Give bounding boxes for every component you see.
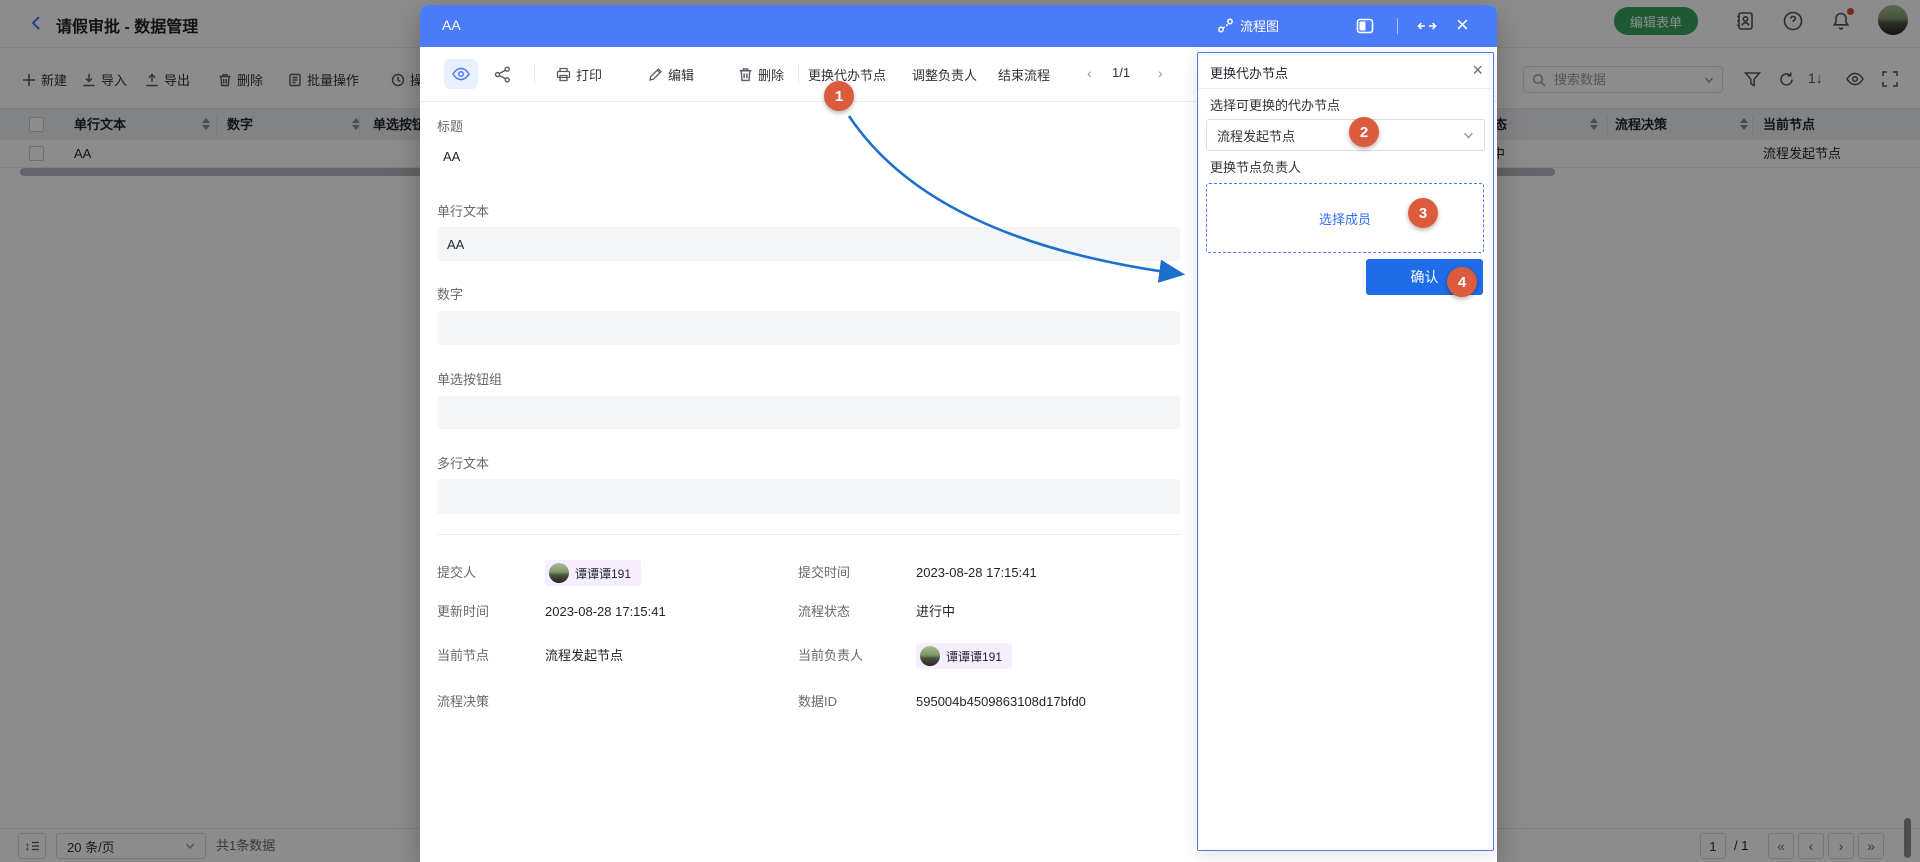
field-input <box>437 396 1180 429</box>
share-icon[interactable] <box>494 66 511 83</box>
end-flow-button[interactable]: 结束流程 <box>998 65 1050 84</box>
close-icon[interactable]: × <box>1456 11 1469 39</box>
avatar <box>549 563 569 583</box>
meta-value: 595004b4509863108d17bfd0 <box>916 693 1086 711</box>
edit-button[interactable]: 编辑 <box>648 65 694 84</box>
node-select[interactable]: 流程发起节点 <box>1206 119 1485 151</box>
panel-toggle-icon[interactable] <box>1356 17 1374 35</box>
close-icon[interactable]: × <box>1472 61 1483 79</box>
printer-icon <box>556 67 571 82</box>
panel-divider <box>1198 88 1493 89</box>
node-select-label: 选择可更换的代办节点 <box>1210 95 1340 114</box>
meta-label: 当前节点 <box>437 647 489 665</box>
field-input <box>437 479 1180 514</box>
preview-button[interactable] <box>444 59 478 89</box>
field-label: 标题 <box>437 118 463 136</box>
record-detail-modal: AA 流程图 × <box>420 5 1497 862</box>
section-divider <box>437 534 1180 535</box>
print-button[interactable]: 打印 <box>556 65 602 84</box>
delete-record-button[interactable]: 删除 <box>738 65 784 84</box>
select-member-link[interactable]: 选择成员 <box>1319 209 1371 228</box>
user-chip: 谭谭谭191 <box>545 560 641 586</box>
step-badge-1: 1 <box>824 81 854 111</box>
meta-label: 更新时间 <box>437 603 489 621</box>
step-badge-4: 4 <box>1447 267 1477 297</box>
modal-title: AA <box>442 17 461 33</box>
modal-titlebar: AA 流程图 × <box>420 5 1497 47</box>
meta-value: 2023-08-28 17:15:41 <box>916 564 1037 582</box>
toolbar-divider <box>798 65 799 83</box>
meta-label: 数据ID <box>798 693 837 711</box>
meta-label: 流程决策 <box>437 693 489 711</box>
owner-label: 更换节点负责人 <box>1210 157 1301 176</box>
meta-label: 流程状态 <box>798 603 850 621</box>
step-badge-3: 3 <box>1408 198 1438 228</box>
next-record-icon[interactable]: › <box>1158 65 1163 81</box>
meta-value: 进行中 <box>916 603 955 621</box>
screen: 请假审批 - 数据管理 编辑表单 新建 导入 导出 删除 批量操作 操作 <box>0 0 1920 862</box>
record-pager: 1/1 <box>1112 65 1130 80</box>
meta-label: 提交人 <box>437 564 476 582</box>
field-label: 数字 <box>437 286 463 304</box>
member-picker[interactable]: 选择成员 <box>1206 183 1484 253</box>
change-node-button[interactable]: 更换代办节点 <box>808 65 886 84</box>
meta-label: 当前负责人 <box>798 647 863 665</box>
titlebar-divider <box>1397 18 1398 34</box>
expand-width-icon[interactable] <box>1417 18 1437 34</box>
meta-value: 流程发起节点 <box>545 647 623 665</box>
adjust-owner-button[interactable]: 调整负责人 <box>912 65 977 84</box>
field-label: 单行文本 <box>437 203 489 221</box>
field-label: 单选按钮组 <box>437 371 502 389</box>
trash-icon <box>738 67 753 82</box>
meta-value: 2023-08-28 17:15:41 <box>545 603 666 621</box>
change-node-panel: 更换代办节点 × 选择可更换的代办节点 流程发起节点 更换节点负责人 选择成员 … <box>1197 52 1494 851</box>
flowchart-icon <box>1217 17 1234 34</box>
prev-record-icon[interactable]: ‹ <box>1087 65 1092 81</box>
chevron-down-icon <box>1463 130 1474 141</box>
panel-title: 更换代办节点 <box>1210 63 1288 82</box>
field-label: 多行文本 <box>437 455 489 473</box>
field-value: AA <box>443 148 460 166</box>
user-chip: 谭谭谭191 <box>916 643 1012 669</box>
flowchart-button[interactable]: 流程图 <box>1217 16 1279 35</box>
meta-label: 提交时间 <box>798 564 850 582</box>
field-input: AA <box>437 227 1180 261</box>
step-badge-2: 2 <box>1349 117 1379 147</box>
avatar <box>920 646 940 666</box>
pencil-icon <box>648 67 663 82</box>
field-input <box>437 311 1180 345</box>
toolbar-divider <box>534 65 535 83</box>
